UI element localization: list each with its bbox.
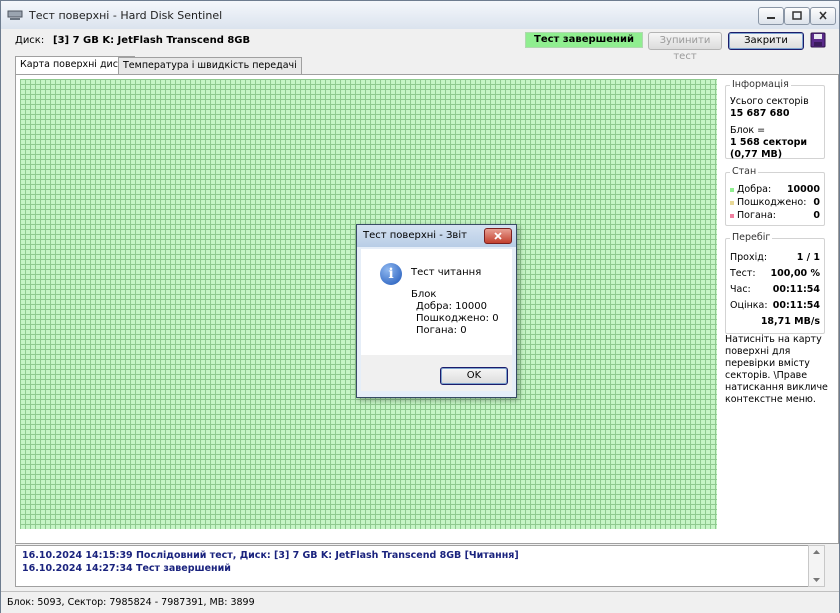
save-button[interactable]	[809, 31, 827, 49]
app-window: Тест поверхні - Hard Disk Sentinel Диск:…	[0, 0, 840, 613]
close-icon	[494, 232, 502, 240]
pass-label: Прохід:	[730, 252, 768, 263]
dialog-bad: Погана: 0	[416, 325, 467, 336]
block-sectors-value: 1 568 сектори	[730, 137, 808, 148]
close-button[interactable]: Закрити	[728, 32, 804, 50]
dialog-body: i Тест читання Блок Добра: 10000 Пошкодж…	[361, 249, 512, 355]
stop-test-button[interactable]: Зупинити тест	[648, 32, 722, 62]
close-window-button[interactable]	[810, 7, 836, 25]
dialog-good: Добра: 10000	[416, 301, 487, 312]
bad-label: Погана:	[737, 210, 777, 221]
dialog-damaged: Пошкоджено: 0	[416, 313, 499, 324]
window-title: Тест поверхні - Hard Disk Sentinel	[29, 9, 223, 22]
bad-swatch	[730, 213, 734, 218]
report-dialog: Тест поверхні - Звіт i Тест читання Блок…	[356, 224, 517, 398]
save-icon	[810, 32, 826, 48]
minimize-icon	[767, 17, 775, 19]
dialog-title: Тест поверхні - Звіт	[363, 230, 467, 241]
log-scrollbar[interactable]	[808, 545, 825, 587]
progress-group-title: Перебіг	[730, 232, 773, 243]
dialog-close-button[interactable]	[484, 228, 512, 244]
info-group-title: Інформація	[730, 79, 791, 90]
hint-text: Натисніть на карту поверхні для перевірк…	[725, 334, 828, 405]
bad-value: 0	[813, 210, 820, 221]
toolbar: Диск: [3] 7 GB K: JetFlash Transcend 8GB…	[1, 29, 839, 62]
dialog-title-bar[interactable]: Тест поверхні - Звіт	[357, 225, 516, 247]
dialog-block-label: Блок	[411, 289, 437, 300]
time-label: Час:	[730, 284, 751, 295]
good-swatch	[730, 187, 734, 192]
log-line: 16.10.2024 14:15:39 Послідовний тест, Ди…	[22, 550, 519, 561]
progress-group: Перебіг Прохід: 1 / 1 Тест: 100,00 % Час…	[725, 232, 825, 334]
speed-value: 18,71 MB/s	[760, 316, 820, 327]
test-status-badge: Тест завершений	[525, 32, 643, 48]
total-sectors-label: Усього секторів	[730, 96, 809, 107]
estimate-label: Оцінка:	[730, 300, 768, 311]
log-panel[interactable]: 16.10.2024 14:15:39 Послідовний тест, Ди…	[15, 545, 823, 587]
block-size-value: (0,77 MB)	[730, 149, 783, 160]
info-group: Інформація Усього секторів 15 687 680 Бл…	[725, 79, 825, 160]
estimate-value: 00:11:54	[772, 300, 820, 311]
good-label: Добра:	[737, 184, 772, 195]
scroll-arrows-icon	[813, 550, 820, 582]
disk-label: Диск:	[15, 35, 45, 46]
tab-surface-map[interactable]: Карта поверхні диска	[15, 56, 135, 75]
title-bar[interactable]: Тест поверхні - Hard Disk Sentinel	[1, 1, 839, 29]
ok-button[interactable]: OK	[440, 367, 508, 385]
minimize-button[interactable]	[758, 7, 784, 25]
total-sectors-value: 15 687 680	[730, 108, 790, 119]
block-label: Блок =	[730, 125, 766, 136]
maximize-icon	[792, 11, 802, 20]
info-icon: i	[380, 263, 402, 285]
pass-value: 1 / 1	[796, 252, 820, 263]
damaged-value: 0	[813, 197, 820, 208]
hard-disk-icon	[7, 10, 23, 20]
disk-name: [3] 7 GB K: JetFlash Transcend 8GB	[53, 35, 251, 46]
status-bar: Блок: 5093, Сектор: 7985824 - 7987391, M…	[1, 591, 839, 613]
log-line: 16.10.2024 14:27:34 Тест завершений	[22, 563, 231, 574]
status-text: Блок: 5093, Сектор: 7985824 - 7987391, M…	[7, 597, 255, 608]
test-label: Тест:	[730, 268, 756, 279]
maximize-button[interactable]	[784, 7, 810, 25]
dialog-footer: OK	[361, 355, 512, 391]
good-value: 10000	[786, 184, 820, 195]
time-value: 00:11:54	[772, 284, 820, 295]
close-icon	[819, 11, 827, 20]
dialog-heading: Тест читання	[411, 267, 482, 278]
test-value: 100,00 %	[770, 268, 821, 279]
state-group: Стан Добра: 10000 Пошкоджено: 0 Погана: …	[725, 166, 825, 226]
tab-temperature-speed[interactable]: Температура і швидкість передачі	[118, 57, 302, 75]
damaged-swatch	[730, 200, 734, 205]
damaged-label: Пошкоджено:	[737, 197, 807, 208]
state-group-title: Стан	[730, 166, 759, 177]
